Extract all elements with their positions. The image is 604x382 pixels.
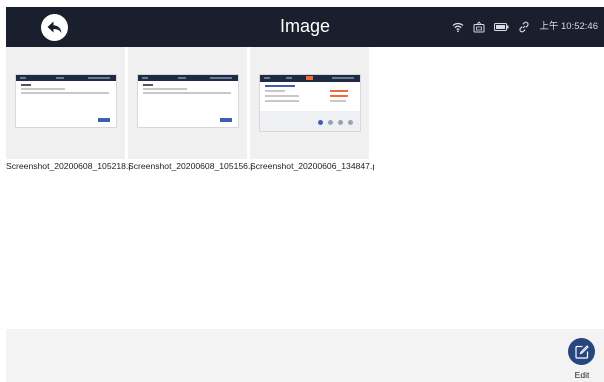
network-device-icon	[473, 21, 485, 33]
bottom-toolbar	[6, 329, 604, 382]
file-name: Screenshot_20200608_105218.pn	[6, 161, 130, 171]
thumbnail	[128, 47, 248, 159]
thumbnail	[250, 47, 370, 159]
image-gallery: Screenshot_20200608_105218.pn Screenshot…	[6, 47, 604, 329]
edit-icon	[574, 344, 589, 359]
status-time: 上午 10:52:46	[539, 21, 598, 32]
gallery-item[interactable]: Screenshot_20200608_105218.pn	[6, 47, 130, 171]
edit-button[interactable]	[568, 338, 595, 365]
thumbnail	[6, 47, 126, 159]
file-name: Screenshot_20200606_134847.pn	[250, 161, 374, 171]
top-bar: Image 上午 10:52:46	[6, 7, 604, 47]
list-screenshot-thumbnail	[260, 75, 360, 131]
file-name: Screenshot_20200608_105156.pn	[128, 161, 252, 171]
gallery-item[interactable]: Screenshot_20200606_134847.pn	[250, 47, 374, 171]
gallery-item[interactable]: Screenshot_20200608_105156.pn	[128, 47, 252, 171]
battery-icon	[494, 21, 509, 33]
dialog-screenshot-thumbnail	[138, 75, 238, 127]
edit-label: Edit	[574, 370, 590, 380]
link-icon	[518, 21, 530, 33]
back-button[interactable]	[41, 14, 68, 41]
dialog-screenshot-thumbnail	[16, 75, 116, 127]
wifi-icon	[452, 21, 464, 33]
arrow-back-icon	[47, 21, 62, 34]
image-viewer-app: Image 上午 10:52:46 Screenshot_20200608_10…	[6, 7, 604, 382]
status-bar: 上午 10:52:46	[452, 20, 598, 34]
